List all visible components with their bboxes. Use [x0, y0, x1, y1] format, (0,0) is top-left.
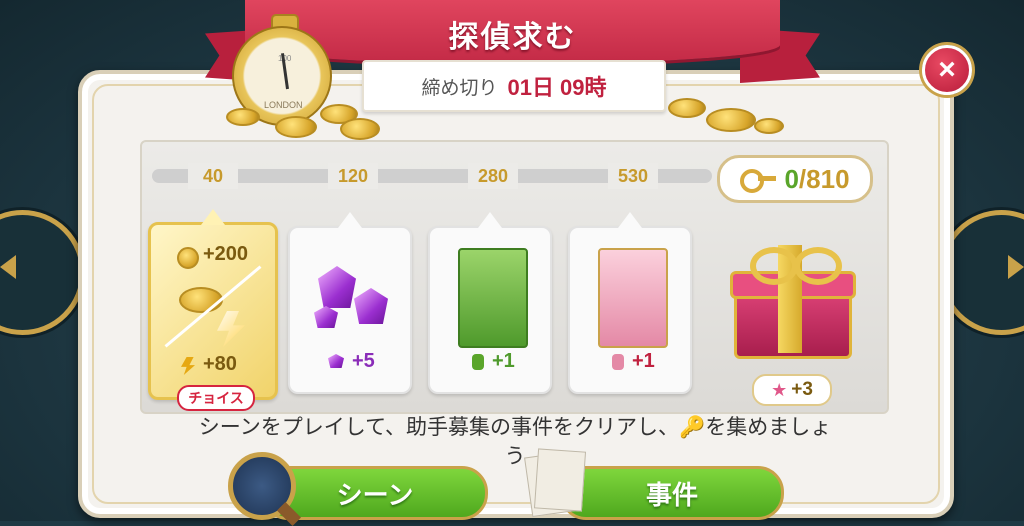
pink-card-small-icon	[612, 354, 624, 370]
gem-icon	[318, 266, 356, 308]
gem-small-icon	[328, 354, 344, 368]
choice-badge: チョイス	[177, 385, 255, 411]
milestone-2: 120	[328, 163, 378, 189]
reward-stars-amount: +3	[791, 379, 813, 400]
reward-card-pink[interactable]: +1	[568, 212, 692, 394]
key-counter: 0/810	[717, 155, 873, 203]
green-card-small-icon	[472, 354, 484, 370]
green-card-icon	[458, 248, 528, 348]
case-button[interactable]: 事件	[560, 466, 784, 520]
watch-brand: LONDON	[264, 100, 303, 110]
lightning-icon	[217, 311, 245, 347]
milestone-4: 530	[608, 163, 658, 189]
energy-icon	[181, 357, 195, 375]
chest-stars: ★ +3	[752, 374, 832, 406]
reward-card-green[interactable]: +1	[428, 212, 552, 394]
deadline-value: 01日 09時	[507, 75, 607, 100]
reward-gems-amount: +5	[352, 350, 375, 372]
gift-chest-icon[interactable]	[720, 245, 860, 360]
deadline-label: 締め切り	[421, 77, 498, 99]
papers-icon	[524, 448, 587, 518]
reward-card-choice[interactable]: +200 +80 チョイス	[148, 209, 278, 411]
coin-icon	[177, 247, 199, 269]
milestone-1: 40	[188, 163, 238, 189]
milestone-3: 280	[468, 163, 518, 189]
description-text: シーンをプレイして、助手募集の事件をクリアし、🔑を集めましょう	[198, 416, 832, 468]
key-current: 0	[784, 163, 799, 194]
reward-coins-amount: +200	[203, 243, 249, 265]
pink-card-icon	[598, 248, 668, 348]
key-goal: /810	[798, 163, 850, 194]
reward-energy-amount: +80	[203, 353, 237, 375]
magnifier-icon	[228, 452, 302, 526]
reward-pink-amount: +1	[632, 350, 655, 372]
progress-track: 40 120 280 530	[152, 163, 722, 189]
key-icon	[740, 167, 777, 193]
deadline-box: 締め切り 01日 09時	[362, 60, 666, 112]
close-button[interactable]: ×	[922, 45, 972, 95]
reward-green-amount: +1	[492, 350, 515, 372]
star-icon: ★	[771, 379, 788, 400]
reward-card-gems[interactable]: +5	[288, 212, 412, 394]
